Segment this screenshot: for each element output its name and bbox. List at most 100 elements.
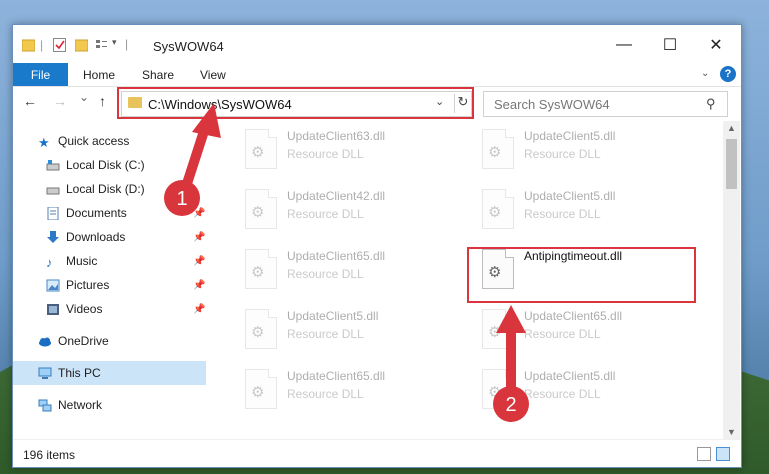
music-note-icon: ♪ (46, 254, 53, 270)
tab-view[interactable]: View (200, 63, 226, 86)
vertical-scrollbar[interactable]: ▲ ▼ (723, 121, 740, 439)
list-item[interactable]: ⚙ UpdateClient5.dll Resource DLL (474, 125, 694, 177)
navigation-pane: ★ Quick access Local Disk (C:) Local Dis… (13, 121, 206, 439)
gear-icon: ⚙ (251, 204, 265, 221)
file-name: UpdateClient65.dll (524, 309, 623, 323)
scroll-up-icon[interactable]: ▲ (727, 123, 736, 133)
download-arrow-icon (47, 230, 59, 243)
file-highlight-box (467, 247, 696, 303)
file-type: Resource DLL (524, 147, 601, 161)
file-type: Resource DLL (524, 387, 601, 401)
file-name: UpdateClient5.dll (524, 369, 616, 383)
sidebar-item-this-pc[interactable]: This PC (13, 361, 206, 385)
sidebar-item-label: Music (66, 254, 98, 268)
file-name: UpdateClient65.dll (287, 249, 386, 263)
list-item[interactable]: ⚙ UpdateClient65.dll Resource DLL (237, 245, 457, 297)
toolbar-dropdown-icon[interactable]: ▾ (112, 37, 117, 48)
file-name: UpdateClient5.dll (287, 309, 379, 323)
search-icon[interactable]: ⚲ (706, 96, 716, 112)
help-icon[interactable]: ? (720, 66, 736, 82)
gear-icon: ⚙ (251, 144, 265, 161)
list-item[interactable]: ⚙ UpdateClient5.dll Resource DLL (237, 305, 457, 357)
details-view-icon[interactable] (697, 447, 711, 461)
sidebar-item-music[interactable]: ♪ Music 📌 (13, 249, 206, 273)
sidebar-item-documents[interactable]: Documents 📌 (13, 201, 206, 225)
address-highlight-box (117, 87, 474, 119)
pin-icon[interactable]: 📌 (193, 280, 205, 291)
minimize-button[interactable]: — (601, 31, 647, 59)
customize-toolbar-icon[interactable] (95, 38, 108, 52)
file-explorer-window: | ▾ | SysWOW64 — ☐ ✕ File Home Share Vie… (12, 24, 742, 468)
cloud-icon (39, 337, 51, 346)
dll-file-icon: ⚙ (245, 129, 277, 169)
dll-file-icon: ⚙ (482, 129, 514, 169)
tab-share[interactable]: Share (142, 63, 174, 86)
sidebar-item-local-disk-c[interactable]: Local Disk (C:) (13, 153, 206, 177)
pin-icon[interactable]: 📌 (193, 304, 205, 315)
film-icon (47, 303, 59, 315)
up-button[interactable]: ↑ (99, 93, 106, 109)
tab-home[interactable]: Home (83, 63, 115, 86)
search-input[interactable]: Search SysWOW64 (494, 97, 610, 112)
file-type: Resource DLL (524, 207, 601, 221)
dll-file-icon: ⚙ (245, 309, 277, 349)
large-icons-view-icon[interactable] (716, 447, 730, 461)
documents-icon (47, 206, 59, 220)
sidebar-item-network[interactable]: Network (13, 393, 206, 417)
close-button[interactable]: ✕ (693, 31, 739, 59)
maximize-button[interactable]: ☐ (647, 31, 693, 59)
title-bar: | ▾ | SysWOW64 — ☐ ✕ (13, 25, 741, 63)
forward-button[interactable]: → (53, 93, 67, 109)
scroll-down-icon[interactable]: ▼ (727, 427, 736, 437)
sidebar-item-downloads[interactable]: Downloads 📌 (13, 225, 206, 249)
file-type: Resource DLL (287, 207, 364, 221)
sidebar-item-label: Videos (66, 302, 103, 316)
list-item[interactable]: ⚙ UpdateClient65.dll Resource DLL (237, 365, 457, 417)
dll-file-icon: ⚙ (482, 309, 514, 349)
back-button[interactable]: ← (23, 93, 37, 109)
status-bar: 196 items (13, 439, 741, 467)
sidebar-item-label: Downloads (66, 230, 126, 244)
file-type: Resource DLL (524, 327, 601, 341)
file-name: UpdateClient63.dll (287, 129, 386, 143)
file-type: Resource DLL (287, 327, 364, 341)
sidebar-item-label: Local Disk (D:) (66, 182, 145, 196)
dll-file-icon: ⚙ (245, 249, 277, 289)
dll-file-icon: ⚙ (245, 189, 277, 229)
pin-icon[interactable]: 📌 (193, 256, 205, 267)
pin-icon[interactable]: 📌 (193, 232, 205, 243)
gear-icon: ⚙ (488, 144, 502, 161)
list-item[interactable]: ⚙ UpdateClient65.dll Resource DLL (474, 305, 694, 357)
dll-file-icon: ⚙ (482, 369, 514, 409)
gear-icon: ⚙ (251, 324, 265, 341)
expand-ribbon-icon[interactable]: ⌄ (701, 68, 709, 79)
list-item[interactable]: ⚙ UpdateClient5.dll Resource DLL (474, 185, 694, 237)
list-item[interactable]: ⚙ UpdateClient63.dll Resource DLL (237, 125, 457, 177)
window-title: SysWOW64 (153, 39, 224, 54)
new-folder-icon[interactable] (75, 38, 88, 52)
sidebar-item-pictures[interactable]: Pictures 📌 (13, 273, 206, 297)
sidebar-item-label: This PC (58, 366, 101, 380)
file-name: UpdateClient5.dll (524, 189, 616, 203)
sidebar-item-onedrive[interactable]: OneDrive (13, 329, 206, 353)
list-item[interactable]: ⚙ UpdateClient5.dll Resource DLL (474, 365, 694, 417)
sidebar-item-videos[interactable]: Videos 📌 (13, 297, 206, 321)
sidebar-item-quick-access[interactable]: ★ Quick access (13, 129, 206, 153)
sidebar-item-label: Quick access (58, 134, 130, 148)
computer-icon (38, 367, 52, 379)
search-box[interactable]: Search SysWOW64 ⚲ (483, 91, 728, 117)
drive-icon (46, 159, 60, 170)
sidebar-item-label: Local Disk (C:) (66, 158, 145, 172)
dll-file-icon: ⚙ (245, 369, 277, 409)
separator: | (125, 37, 129, 51)
pin-icon[interactable]: 📌 (193, 208, 205, 219)
pictures-icon (46, 279, 60, 291)
scrollbar-thumb[interactable] (726, 139, 737, 189)
sidebar-item-label: Documents (66, 206, 127, 220)
list-item[interactable]: ⚙ UpdateClient42.dll Resource DLL (237, 185, 457, 237)
sidebar-item-label: OneDrive (58, 334, 109, 348)
recent-locations-button[interactable]: ⌄ (79, 90, 89, 104)
sidebar-item-local-disk-d[interactable]: Local Disk (D:) (13, 177, 206, 201)
tab-file[interactable]: File (13, 63, 68, 86)
properties-check-icon[interactable] (53, 38, 66, 52)
